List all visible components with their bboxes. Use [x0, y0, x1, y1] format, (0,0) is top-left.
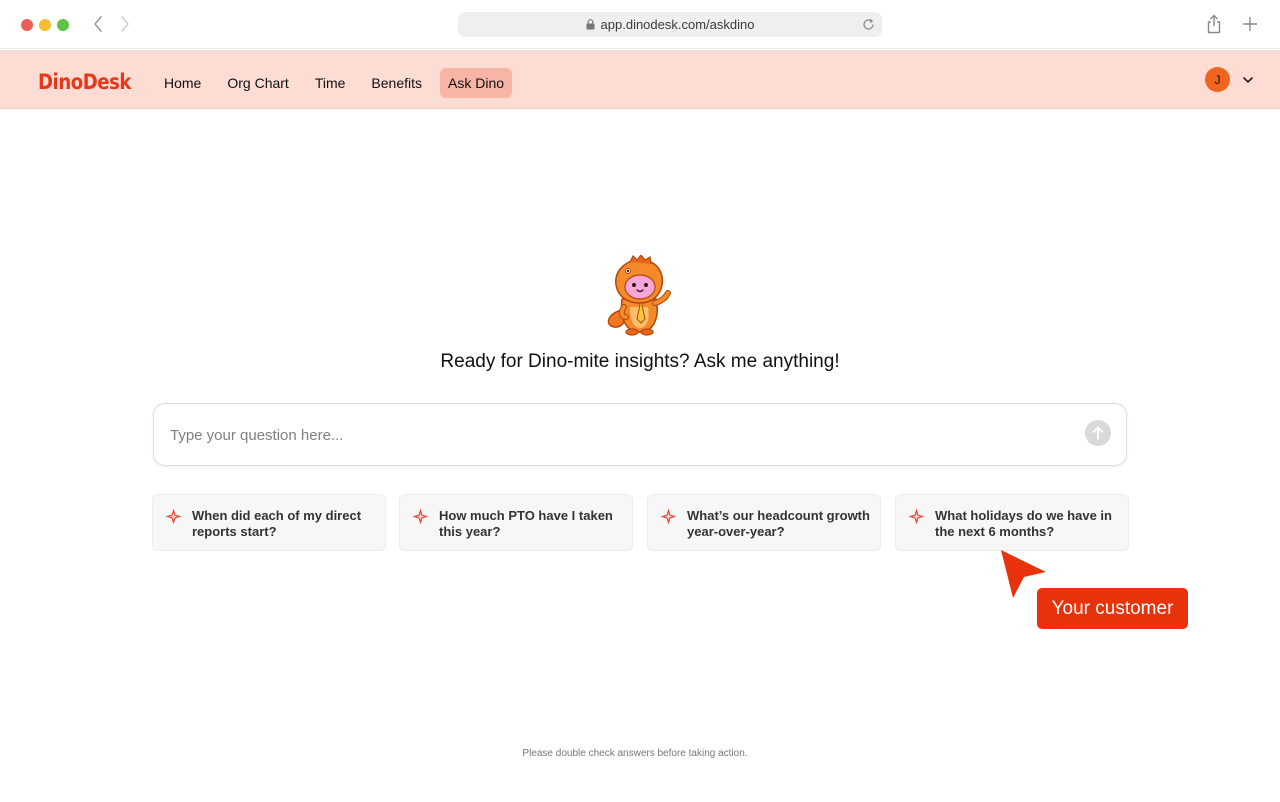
sparkle-icon — [165, 508, 182, 525]
question-box — [153, 403, 1127, 466]
lock-icon — [586, 19, 595, 30]
nav-org-chart[interactable]: Org Chart — [219, 68, 296, 98]
chevron-down-icon[interactable] — [1241, 73, 1255, 85]
suggestion-text: When did each of my direct reports start… — [192, 508, 362, 539]
zoom-window-button[interactable] — [57, 19, 69, 31]
suggestion-text: How much PTO have I taken this year? — [439, 508, 613, 539]
nav-benefits[interactable]: Benefits — [363, 68, 430, 98]
browser-toolbar: app.dinodesk.com/askdino — [0, 0, 1280, 49]
close-window-button[interactable] — [21, 19, 33, 31]
suggestion-card[interactable]: What’s our headcount growth year-over-ye… — [647, 494, 881, 551]
minimize-window-button[interactable] — [39, 19, 51, 31]
reload-icon[interactable] — [860, 16, 876, 32]
new-tab-icon[interactable] — [1240, 14, 1260, 34]
suggestion-list: When did each of my direct reports start… — [152, 494, 1129, 551]
sparkle-icon — [660, 508, 677, 525]
suggestion-card[interactable]: What holidays do we have in the next 6 m… — [895, 494, 1129, 551]
dinodesk-logo[interactable]: DinoDesk — [38, 70, 131, 94]
suggestion-text: What’s our headcount growth year-over-ye… — [687, 508, 870, 539]
dino-mascot-icon — [600, 254, 680, 337]
back-icon[interactable] — [88, 13, 108, 35]
page-title: Ready for Dino-mite insights? Ask me any… — [440, 351, 840, 372]
main-nav: Home Org Chart Time Benefits Ask Dino — [156, 68, 520, 98]
url-text: app.dinodesk.com/askdino — [600, 17, 755, 32]
disclaimer-text: Please double check answers before takin… — [522, 748, 748, 759]
suggestion-card[interactable]: When did each of my direct reports start… — [152, 494, 386, 551]
sparkle-icon — [908, 508, 925, 525]
suggestion-card[interactable]: How much PTO have I taken this year? — [399, 494, 633, 551]
customer-label: Your customer — [1037, 588, 1188, 629]
app-header: DinoDesk Home Org Chart Time Benefits As… — [0, 50, 1280, 109]
question-input[interactable] — [170, 422, 1070, 448]
forward-icon[interactable] — [115, 13, 135, 35]
nav-home[interactable]: Home — [156, 68, 209, 98]
avatar[interactable]: J — [1205, 67, 1230, 92]
arrow-up-icon — [1092, 426, 1104, 440]
sparkle-icon — [412, 508, 429, 525]
share-icon[interactable] — [1205, 14, 1223, 34]
address-bar[interactable]: app.dinodesk.com/askdino — [458, 12, 882, 37]
send-button[interactable] — [1085, 420, 1111, 446]
nav-ask-dino[interactable]: Ask Dino — [440, 68, 513, 98]
nav-time[interactable]: Time — [307, 68, 354, 98]
suggestion-text: What holidays do we have in the next 6 m… — [935, 508, 1112, 539]
